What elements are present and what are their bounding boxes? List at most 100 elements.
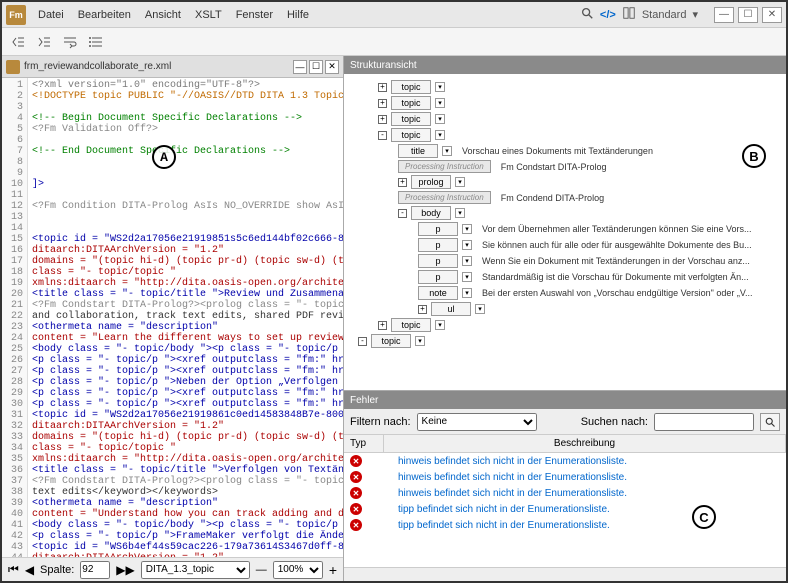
tree-node[interactable]: note▾Bei der ersten Auswahl von „Vorscha… [418,286,782,300]
node-dropdown-icon[interactable]: ▾ [435,320,445,330]
tab-minimize-button[interactable]: — [293,60,307,74]
nav-prev-icon[interactable]: ◀ [25,563,34,577]
node-dropdown-icon[interactable]: ▾ [462,288,472,298]
node-dropdown-icon[interactable]: ▾ [435,98,445,108]
tree-node[interactable]: + topic ▾ [378,96,782,110]
layout-icon[interactable] [622,6,636,23]
error-message: hinweis befindet sich nicht in der Enume… [398,456,627,467]
tree-node[interactable]: p▾Wenn Sie ein Dokument mit Textänderung… [418,254,782,268]
tab-maximize-button[interactable]: ☐ [309,60,323,74]
zoom-select[interactable]: 100% [273,561,323,579]
node-dropdown-icon[interactable]: ▾ [442,146,452,156]
node-toggle[interactable]: + [378,115,387,124]
node-label[interactable]: p [418,254,458,268]
node-label[interactable]: prolog [411,175,451,189]
node-toggle[interactable]: + [418,305,427,314]
node-toggle[interactable]: + [378,99,387,108]
tree-node[interactable]: + topic ▾ [378,112,782,126]
node-label[interactable]: title [398,144,438,158]
error-search-button[interactable] [760,413,780,431]
node-toggle[interactable]: - [378,131,387,140]
close-button[interactable]: ✕ [762,7,782,23]
error-col-typ[interactable]: Typ [344,435,384,452]
menu-ansicht[interactable]: Ansicht [145,9,181,21]
tool-outdent-icon[interactable] [8,32,28,52]
node-toggle[interactable]: + [378,321,387,330]
node-label[interactable]: Processing Instruction [398,160,491,173]
structure-tree[interactable]: B +topic▾+topic▾+topic▾-topic▾title▾Vors… [344,74,786,390]
error-row[interactable]: ✕hinweis befindet sich nicht in der Enum… [344,485,786,501]
node-label[interactable]: topic [391,96,431,110]
menu-fenster[interactable]: Fenster [236,9,273,21]
error-row[interactable]: ✕hinweis befindet sich nicht in der Enum… [344,453,786,469]
error-row[interactable]: ✕tipp befindet sich nicht in der Enumera… [344,517,786,533]
node-label[interactable]: topic [391,318,431,332]
zoom-plus-icon[interactable]: + [329,562,337,578]
menu-hilfe[interactable]: Hilfe [287,9,309,21]
node-dropdown-icon[interactable]: ▾ [415,336,425,346]
node-dropdown-icon[interactable]: ▾ [435,114,445,124]
tab-close-button[interactable]: ✕ [325,60,339,74]
minimize-button[interactable]: — [714,7,734,23]
tree-node[interactable]: Processing InstructionFm Condend DITA-Pr… [398,191,782,204]
node-label[interactable]: p [418,222,458,236]
node-label[interactable]: ul [431,302,471,316]
node-dropdown-icon[interactable]: ▾ [455,177,465,187]
node-dropdown-icon[interactable]: ▾ [462,272,472,282]
tool-list-icon[interactable] [86,32,106,52]
tool-wrap-icon[interactable] [60,32,80,52]
workspace-select[interactable]: Standard [642,9,687,21]
menu-xslt[interactable]: XSLT [195,9,222,21]
filter-select[interactable]: Keine [417,413,537,431]
node-label[interactable]: p [418,238,458,252]
node-label[interactable]: topic [391,112,431,126]
node-label[interactable]: topic [391,80,431,94]
tree-node[interactable]: -topic ▾ [378,128,782,142]
tree-node[interactable]: Processing InstructionFm Condstart DITA-… [398,160,782,173]
tree-node[interactable]: -topic ▾ [358,334,782,348]
error-scrollbar[interactable] [344,567,786,581]
error-row[interactable]: ✕tipp befindet sich nicht in der Enumera… [344,501,786,517]
column-input[interactable] [80,561,110,579]
node-dropdown-icon[interactable]: ▾ [455,208,465,218]
tree-node[interactable]: p▾Vor dem Übernehmen aller Textänderunge… [418,222,782,236]
document-tab[interactable]: frm_reviewandcollaborate_re.xml — ☐ ✕ [2,56,343,78]
node-label[interactable]: note [418,286,458,300]
node-label[interactable]: body [411,206,451,220]
node-dropdown-icon[interactable]: ▾ [462,256,472,266]
node-dropdown-icon[interactable]: ▾ [435,130,445,140]
nav-first-icon[interactable]: ⏮ [8,562,19,577]
tree-node[interactable]: -body ▾ [398,206,782,220]
tree-node[interactable]: title▾Vorschau eines Dokuments mit Textä… [398,144,782,158]
tree-node[interactable]: p▾Standardmäßig ist die Vorschau für Dok… [418,270,782,284]
node-toggle[interactable]: - [358,337,367,346]
error-search-input[interactable] [654,413,754,431]
search-icon[interactable] [580,6,594,23]
node-dropdown-icon[interactable]: ▾ [462,240,472,250]
tree-node[interactable]: + ul ▾ [418,302,782,316]
tree-node[interactable]: + prolog ▾ [398,175,782,189]
maximize-button[interactable]: ☐ [738,7,758,23]
node-toggle[interactable]: - [398,209,407,218]
node-toggle[interactable]: + [378,83,387,92]
dtd-select[interactable]: DITA_1.3_topic [141,561,250,579]
nav-next-icon[interactable]: ▶▶ [116,563,134,577]
error-col-beschreibung[interactable]: Beschreibung [384,435,786,452]
node-toggle[interactable]: + [398,178,407,187]
menu-bearbeiten[interactable]: Bearbeiten [78,9,131,21]
tool-indent-icon[interactable] [34,32,54,52]
node-label[interactable]: Processing Instruction [398,191,491,204]
node-label[interactable]: p [418,270,458,284]
error-row[interactable]: ✕hinweis befindet sich nicht in der Enum… [344,469,786,485]
node-dropdown-icon[interactable]: ▾ [475,304,485,314]
node-label[interactable]: topic [371,334,411,348]
node-label[interactable]: topic [391,128,431,142]
tree-node[interactable]: + topic ▾ [378,318,782,332]
tree-node[interactable]: p▾Sie können auch für alle oder für ausg… [418,238,782,252]
menu-datei[interactable]: Datei [38,9,64,21]
node-dropdown-icon[interactable]: ▾ [435,82,445,92]
tree-node[interactable]: + topic ▾ [378,80,782,94]
code-editor[interactable]: 1234567891011121314151617181920212223242… [2,78,343,557]
code-icon[interactable]: </> [600,9,616,21]
node-dropdown-icon[interactable]: ▾ [462,224,472,234]
